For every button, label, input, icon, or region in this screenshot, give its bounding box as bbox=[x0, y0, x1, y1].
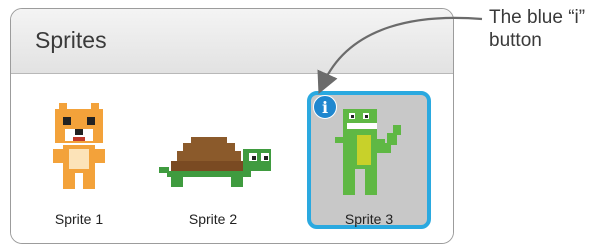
callout-label: The blue “i” button bbox=[489, 7, 586, 51]
